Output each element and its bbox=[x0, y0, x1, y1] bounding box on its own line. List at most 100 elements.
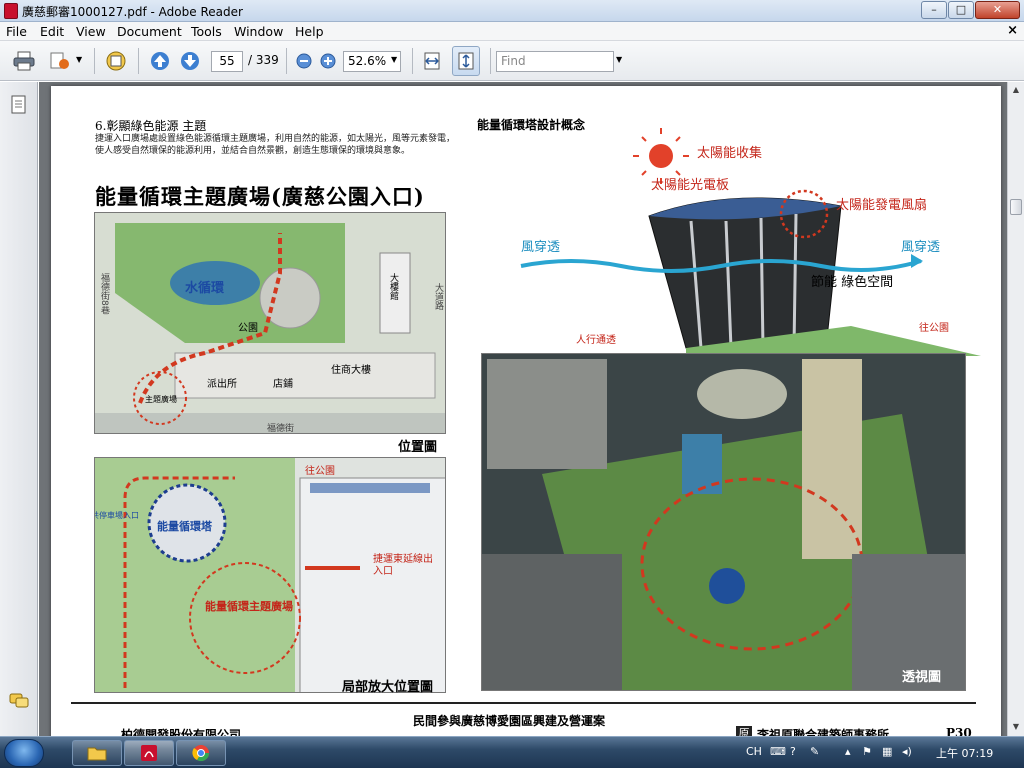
toolbar-separator bbox=[94, 48, 95, 74]
label-street-right: 大道路 bbox=[433, 283, 443, 310]
help-icon[interactable]: ? bbox=[790, 745, 796, 758]
site-plan-image: 水循環 公園 派出所 店鋪 住商大樓 主題廣場 福德街 福德街8巷 大樓館 大道… bbox=[94, 212, 446, 434]
detail-plan-caption: 局部放大位置圖 bbox=[342, 680, 434, 695]
label-wind-in: 風穿透 bbox=[521, 240, 561, 255]
label-solar-fan: 太陽能發電風扇 bbox=[836, 198, 928, 213]
label-park: 公園 bbox=[238, 323, 258, 334]
perspective-caption: 透視圖 bbox=[902, 670, 942, 685]
network-icon[interactable]: ▦ bbox=[882, 745, 892, 758]
zoom-dropdown-icon[interactable]: ▼ bbox=[391, 55, 397, 64]
label-parking-entry: 公共停車場入口 bbox=[95, 511, 139, 520]
menu-tools[interactable]: Tools bbox=[191, 24, 222, 39]
label-energy-tower: 能量循環塔 bbox=[157, 520, 212, 533]
menu-file[interactable]: File bbox=[6, 24, 27, 39]
label-theme-plaza: 主題廣場 bbox=[145, 395, 177, 404]
close-button[interactable]: ✕ bbox=[975, 1, 1020, 19]
clock[interactable]: 上午 07:19 bbox=[936, 745, 993, 761]
perspective-image: 透視圖 bbox=[481, 353, 966, 691]
toolbar-separator bbox=[286, 48, 287, 74]
collaborate-icon[interactable] bbox=[104, 49, 128, 73]
comments-icon[interactable] bbox=[8, 690, 30, 712]
site-plan-caption: 位置圖 bbox=[398, 440, 438, 455]
footer-company-left: 柏德開發股份有限公司 bbox=[121, 728, 242, 736]
detail-plan-image: 往公園 公共停車場入口 能量循環塔 捷運東延線出入口 能量循環主題廣場 bbox=[94, 457, 446, 693]
main-title: 能量循環主題廣場(廣慈公園入口) bbox=[95, 184, 425, 209]
language-indicator[interactable]: CH bbox=[746, 745, 762, 758]
share-dropdown-icon[interactable]: ▼ bbox=[76, 55, 82, 64]
label-street-bottom: 福德街 bbox=[267, 424, 295, 434]
start-button[interactable] bbox=[4, 739, 44, 767]
label-water-cycle: 水循環 bbox=[185, 281, 225, 296]
label-green-space: 節能 綠色空間 bbox=[811, 275, 894, 290]
menu-view[interactable]: View bbox=[76, 24, 106, 39]
section-description: 捷運入口廣場處設置綠色能源循環主題廣場，利用自然的能源，如太陽光，風等元素發電，… bbox=[95, 134, 456, 156]
pages-icon[interactable] bbox=[8, 94, 30, 116]
fit-page-icon[interactable] bbox=[454, 49, 478, 73]
toolbar: ▼ 55 / 339 52.6% ▼ Find ▼ bbox=[0, 41, 1024, 81]
window-title: 廣慈郵審1000127.pdf - Adobe Reader bbox=[22, 5, 243, 19]
footer-divider bbox=[71, 702, 976, 704]
label-street-left: 福德街8巷 bbox=[99, 273, 109, 315]
label-building: 大樓館 bbox=[388, 273, 398, 300]
label-residential: 住商大樓 bbox=[331, 365, 371, 376]
find-input[interactable]: Find bbox=[496, 51, 614, 72]
explorer-icon[interactable] bbox=[72, 740, 122, 766]
page-up-icon[interactable] bbox=[148, 49, 172, 73]
title-bar: 廣慈郵審1000127.pdf - Adobe Reader – □ ✕ bbox=[0, 0, 1024, 22]
menu-window[interactable]: Window bbox=[234, 24, 283, 39]
section-heading: 6.彰顯綠色能源 主題 bbox=[95, 119, 207, 133]
system-tray: CH ⌨ ? ✎ ▴ ⚑ ▦ ◂) 上午 07:19 bbox=[740, 740, 1020, 766]
page-number-input[interactable]: 55 bbox=[211, 51, 243, 72]
label-energy-plaza: 能量循環主題廣場 bbox=[205, 600, 293, 613]
taskbar: CH ⌨ ? ✎ ▴ ⚑ ▦ ◂) 上午 07:19 bbox=[0, 736, 1024, 768]
adobe-reader-icon bbox=[4, 3, 18, 19]
toolbar-separator bbox=[412, 48, 413, 74]
ime-icon[interactable]: ✎ bbox=[810, 745, 819, 758]
navigation-pane bbox=[0, 82, 38, 736]
footer-company-right: 李祖原聯合建築師事務所 bbox=[757, 728, 890, 736]
share-icon[interactable] bbox=[48, 49, 72, 73]
security-icon[interactable]: ⚑ bbox=[862, 745, 872, 758]
menu-help[interactable]: Help bbox=[295, 24, 324, 39]
maximize-button[interactable]: □ bbox=[948, 1, 974, 19]
company-logo-mark: 原 bbox=[736, 726, 752, 736]
minimize-button[interactable]: – bbox=[921, 1, 947, 19]
vertical-scrollbar[interactable]: ▲ ▼ bbox=[1007, 82, 1024, 736]
menu-document[interactable]: Document bbox=[117, 24, 182, 39]
label-metro-entry: 捷運東延線出入口 bbox=[373, 554, 433, 577]
label-solar-collection: 太陽能收集 bbox=[697, 146, 763, 161]
label-to-park: 往公園 bbox=[305, 466, 335, 477]
menu-bar: File Edit View Document Tools Window Hel… bbox=[0, 22, 1024, 41]
footer-project-title: 民間參與廣慈博愛園區興建及營運案 bbox=[413, 714, 606, 728]
fit-width-icon[interactable] bbox=[420, 49, 444, 73]
keyboard-icon[interactable]: ⌨ bbox=[770, 745, 786, 758]
label-to-park-tower: 往公園 bbox=[919, 323, 949, 334]
close-document-icon[interactable]: × bbox=[1007, 23, 1018, 38]
scroll-up-icon[interactable]: ▲ bbox=[1008, 82, 1024, 98]
volume-icon[interactable]: ◂) bbox=[902, 745, 912, 758]
perspective-rendering bbox=[482, 354, 965, 690]
label-walkway: 人行通透 bbox=[576, 335, 616, 346]
chrome-icon[interactable] bbox=[176, 740, 226, 766]
pdf-page: 6.彰顯綠色能源 主題 捷運入口廣場處設置綠色能源循環主題廣場，利用自然的能源，… bbox=[51, 86, 1001, 736]
zoom-out-icon[interactable] bbox=[292, 49, 316, 73]
document-area[interactable]: 6.彰顯綠色能源 主題 捷運入口廣場處設置綠色能源循環主題廣場，利用自然的能源，… bbox=[39, 82, 1007, 736]
page-total-label: / 339 bbox=[248, 53, 279, 67]
label-solar-panel: 太陽能光電板 bbox=[651, 178, 730, 193]
print-icon[interactable] bbox=[12, 49, 36, 73]
scroll-thumb[interactable] bbox=[1010, 199, 1022, 215]
page-down-icon[interactable] bbox=[178, 49, 202, 73]
tower-diagram: 太陽能收集 太陽能光電板 太陽能發電風扇 風穿透 風穿透 節能 綠色空間 人行通… bbox=[511, 126, 981, 356]
tray-expand-icon[interactable]: ▴ bbox=[845, 745, 851, 758]
zoom-in-icon[interactable] bbox=[316, 49, 340, 73]
toolbar-separator bbox=[138, 48, 139, 74]
menu-edit[interactable]: Edit bbox=[40, 24, 64, 39]
acrobat-icon[interactable] bbox=[124, 740, 174, 766]
label-shop: 店鋪 bbox=[273, 379, 293, 390]
label-wind-out: 風穿透 bbox=[901, 240, 941, 255]
find-dropdown-icon[interactable]: ▼ bbox=[616, 55, 622, 64]
footer-page-number: P30 bbox=[946, 726, 972, 736]
toolbar-separator bbox=[490, 48, 491, 74]
scroll-down-icon[interactable]: ▼ bbox=[1008, 719, 1024, 735]
label-police-station: 派出所 bbox=[207, 379, 237, 390]
